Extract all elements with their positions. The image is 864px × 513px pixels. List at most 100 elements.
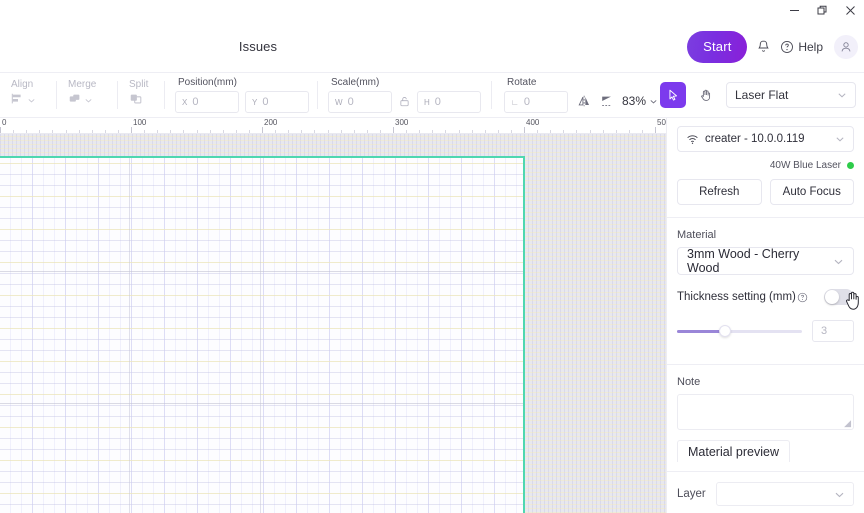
- right-settings-panel: creater - 10.0.0.119 40W Blue Laser Refr…: [666, 118, 864, 513]
- thickness-slider[interactable]: [677, 324, 802, 338]
- refresh-button[interactable]: Refresh: [677, 179, 762, 205]
- scale-h-input[interactable]: H 0: [417, 91, 481, 113]
- thickness-input[interactable]: 3: [812, 320, 854, 342]
- thickness-value: 3: [821, 325, 828, 337]
- chevron-down-icon: [837, 90, 847, 100]
- ruler-tick-minor: [117, 130, 119, 133]
- toolbar-divider: [317, 81, 318, 109]
- position-y-input[interactable]: Y 0: [245, 91, 309, 113]
- ruler-tick-minor: [39, 130, 41, 133]
- ruler-tick-minor: [379, 130, 381, 133]
- merge-group: Merge: [61, 73, 113, 118]
- layer-label: Layer: [677, 488, 706, 500]
- position-group: Position(mm) X 0 Y 0: [169, 73, 309, 118]
- align-label: Align: [11, 79, 34, 90]
- scale-w-value: 0: [347, 96, 354, 108]
- help-button[interactable]: Help: [780, 40, 823, 54]
- horizontal-ruler[interactable]: 0 100 200 300 400 500: [0, 118, 666, 134]
- rotate-value: 0: [523, 96, 530, 108]
- scale-h-prefix: H: [424, 97, 430, 107]
- ruler-tick-minor: [419, 130, 421, 133]
- ruler-tick-minor: [589, 130, 591, 133]
- ruler-tick-major: [131, 127, 132, 133]
- zoom-level-dropdown[interactable]: 83%: [622, 94, 658, 108]
- ruler-tick-minor: [497, 130, 499, 133]
- split-label: Split: [129, 79, 149, 90]
- auto-focus-button[interactable]: Auto Focus: [769, 179, 854, 205]
- laser-mode-dropdown[interactable]: Laser Flat: [726, 82, 856, 108]
- ruler-tick-minor: [78, 130, 80, 133]
- ruler-tick-minor: [209, 130, 211, 133]
- slider-handle[interactable]: [718, 325, 731, 337]
- note-textarea[interactable]: ◢: [677, 394, 854, 430]
- align-group: Align: [0, 73, 52, 118]
- rotate-input[interactable]: ∟ 0: [504, 91, 568, 113]
- ruler-tick-minor: [550, 130, 552, 133]
- split-button[interactable]: [126, 91, 160, 111]
- ruler-label: 0: [2, 118, 7, 127]
- bell-icon[interactable]: [756, 39, 771, 54]
- help-label: Help: [798, 39, 823, 54]
- merge-label: Merge: [68, 79, 97, 90]
- ruler-tick-major: [524, 127, 525, 133]
- split-group: Split: [122, 73, 160, 118]
- ruler-tick-minor: [602, 130, 604, 133]
- ruler-tick-minor: [52, 130, 54, 133]
- align-dropdown[interactable]: [8, 91, 52, 111]
- select-tool-button[interactable]: [660, 82, 686, 108]
- wifi-icon: [686, 133, 699, 146]
- ruler-tick-major: [262, 127, 263, 133]
- ruler-tick-minor: [275, 130, 277, 133]
- header-bar: Issues Start Help: [0, 20, 864, 73]
- material-dropdown[interactable]: 3mm Wood - Cherry Wood: [677, 247, 854, 275]
- ruler-label: 400: [526, 118, 540, 127]
- ruler-tick-minor: [327, 130, 329, 133]
- start-button[interactable]: Start: [687, 30, 748, 63]
- page-title: Issues: [238, 39, 278, 54]
- ruler-tick-minor: [406, 130, 408, 133]
- thickness-toggle[interactable]: [824, 289, 854, 305]
- header-actions: Start Help: [687, 20, 858, 73]
- question-circle-icon[interactable]: [797, 292, 808, 303]
- pan-tool-button[interactable]: [694, 83, 718, 107]
- layer-dropdown[interactable]: [715, 482, 854, 506]
- material-preview-tab[interactable]: Material preview: [677, 440, 791, 462]
- position-label: Position(mm): [178, 77, 237, 88]
- flip-horizontal-icon[interactable]: [578, 94, 592, 108]
- avatar[interactable]: [834, 34, 858, 59]
- position-x-prefix: X: [182, 97, 188, 107]
- restore-icon[interactable]: [808, 0, 836, 20]
- slider-fill: [677, 329, 725, 333]
- merge-dropdown[interactable]: [65, 91, 113, 111]
- position-y-prefix: Y: [252, 97, 258, 107]
- scale-label: Scale(mm): [331, 77, 380, 88]
- position-x-input[interactable]: X 0: [175, 91, 239, 113]
- rotate-label: Rotate: [507, 77, 537, 88]
- scale-w-input[interactable]: W 0: [328, 91, 392, 113]
- design-canvas[interactable]: [0, 134, 666, 513]
- ruler-tick-minor: [537, 130, 539, 133]
- rotate-prefix: ∟: [511, 97, 519, 107]
- ruler-tick-minor: [615, 130, 617, 133]
- ruler-tick-minor: [340, 130, 342, 133]
- flip-vertical-icon[interactable]: [600, 94, 614, 108]
- panel-divider: [667, 217, 864, 218]
- minimize-icon[interactable]: [780, 0, 808, 20]
- ruler-tick-minor: [248, 130, 250, 133]
- close-icon[interactable]: [836, 0, 864, 20]
- toolbar-divider: [56, 81, 57, 109]
- ruler-label: 500: [657, 118, 666, 127]
- split-icon: [129, 92, 143, 111]
- ruler-tick-major: [655, 127, 656, 133]
- lock-open-icon[interactable]: [398, 95, 411, 108]
- resize-grip-icon[interactable]: ◢: [844, 419, 851, 428]
- ruler-tick-minor: [144, 130, 146, 133]
- chevron-down-icon: [835, 134, 845, 144]
- grid-line: [0, 403, 523, 404]
- device-dropdown[interactable]: creater - 10.0.0.119: [677, 126, 854, 152]
- toolbar-divider: [491, 81, 492, 109]
- chevron-down-icon: [27, 92, 36, 110]
- laser-work-area[interactable]: [0, 156, 525, 513]
- toolbar-right-tools: Laser Flat: [660, 82, 864, 108]
- material-value: 3mm Wood - Cherry Wood: [687, 247, 800, 275]
